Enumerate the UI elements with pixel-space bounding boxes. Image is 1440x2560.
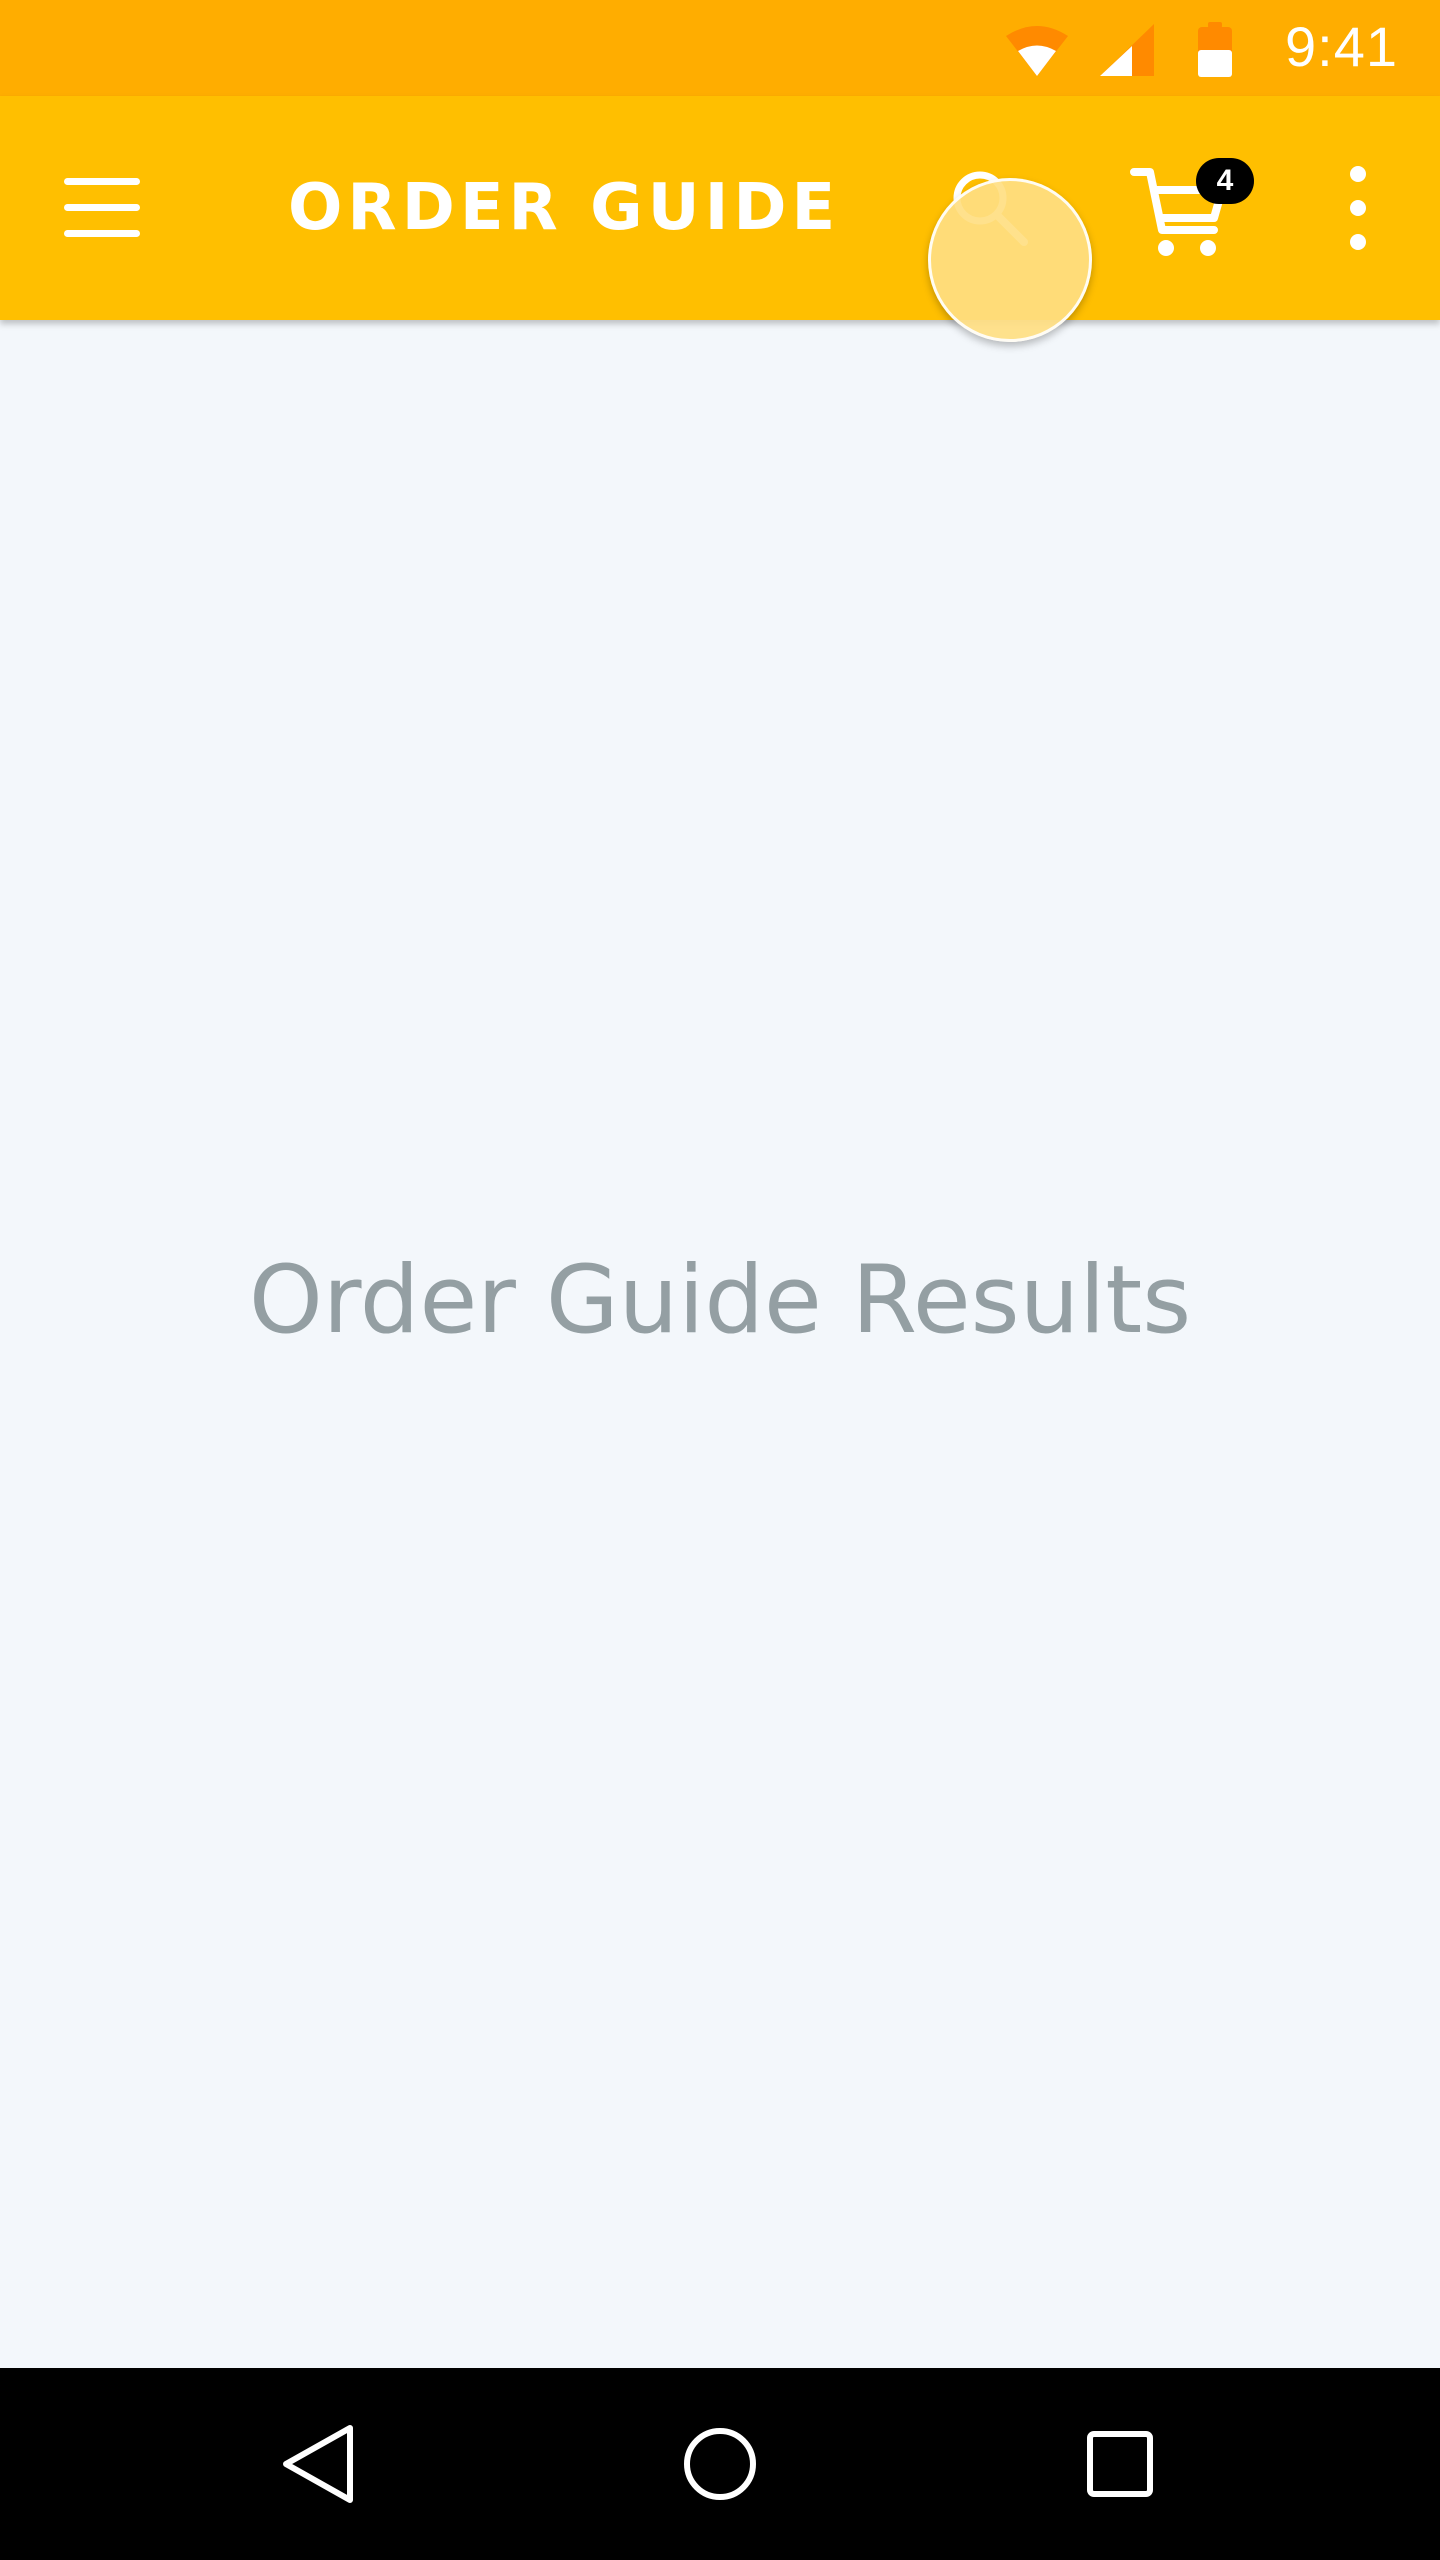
back-icon xyxy=(283,2425,353,2503)
navigation-bar xyxy=(0,2368,1440,2560)
wifi-icon xyxy=(1006,26,1068,76)
back-button[interactable] xyxy=(270,2414,370,2514)
cart-button[interactable]: 4 xyxy=(1122,156,1254,266)
app-bar: ORDER GUIDE 4 xyxy=(0,96,1440,320)
recents-icon xyxy=(1087,2431,1153,2497)
more-options-button[interactable] xyxy=(1330,158,1386,258)
status-time: 9:41 xyxy=(1285,15,1398,78)
recents-button[interactable] xyxy=(1070,2414,1170,2514)
menu-icon xyxy=(64,178,140,237)
menu-button[interactable] xyxy=(48,164,156,252)
home-button[interactable] xyxy=(670,2414,770,2514)
signal-icon xyxy=(1100,24,1154,76)
results-placeholder: Order Guide Results xyxy=(248,1246,1192,1355)
cart-count-badge: 4 xyxy=(1196,158,1254,204)
more-vert-icon xyxy=(1350,166,1366,250)
main-content: Order Guide Results xyxy=(0,320,1440,2368)
battery-icon xyxy=(1198,22,1232,77)
order-guide-screen: 9:41 ORDER GUIDE 4 Order Guide Results xyxy=(0,0,1440,2560)
status-bar: 9:41 xyxy=(0,0,1440,96)
touch-indicator xyxy=(928,178,1092,342)
page-title: ORDER GUIDE xyxy=(288,171,841,245)
home-icon xyxy=(684,2428,756,2500)
